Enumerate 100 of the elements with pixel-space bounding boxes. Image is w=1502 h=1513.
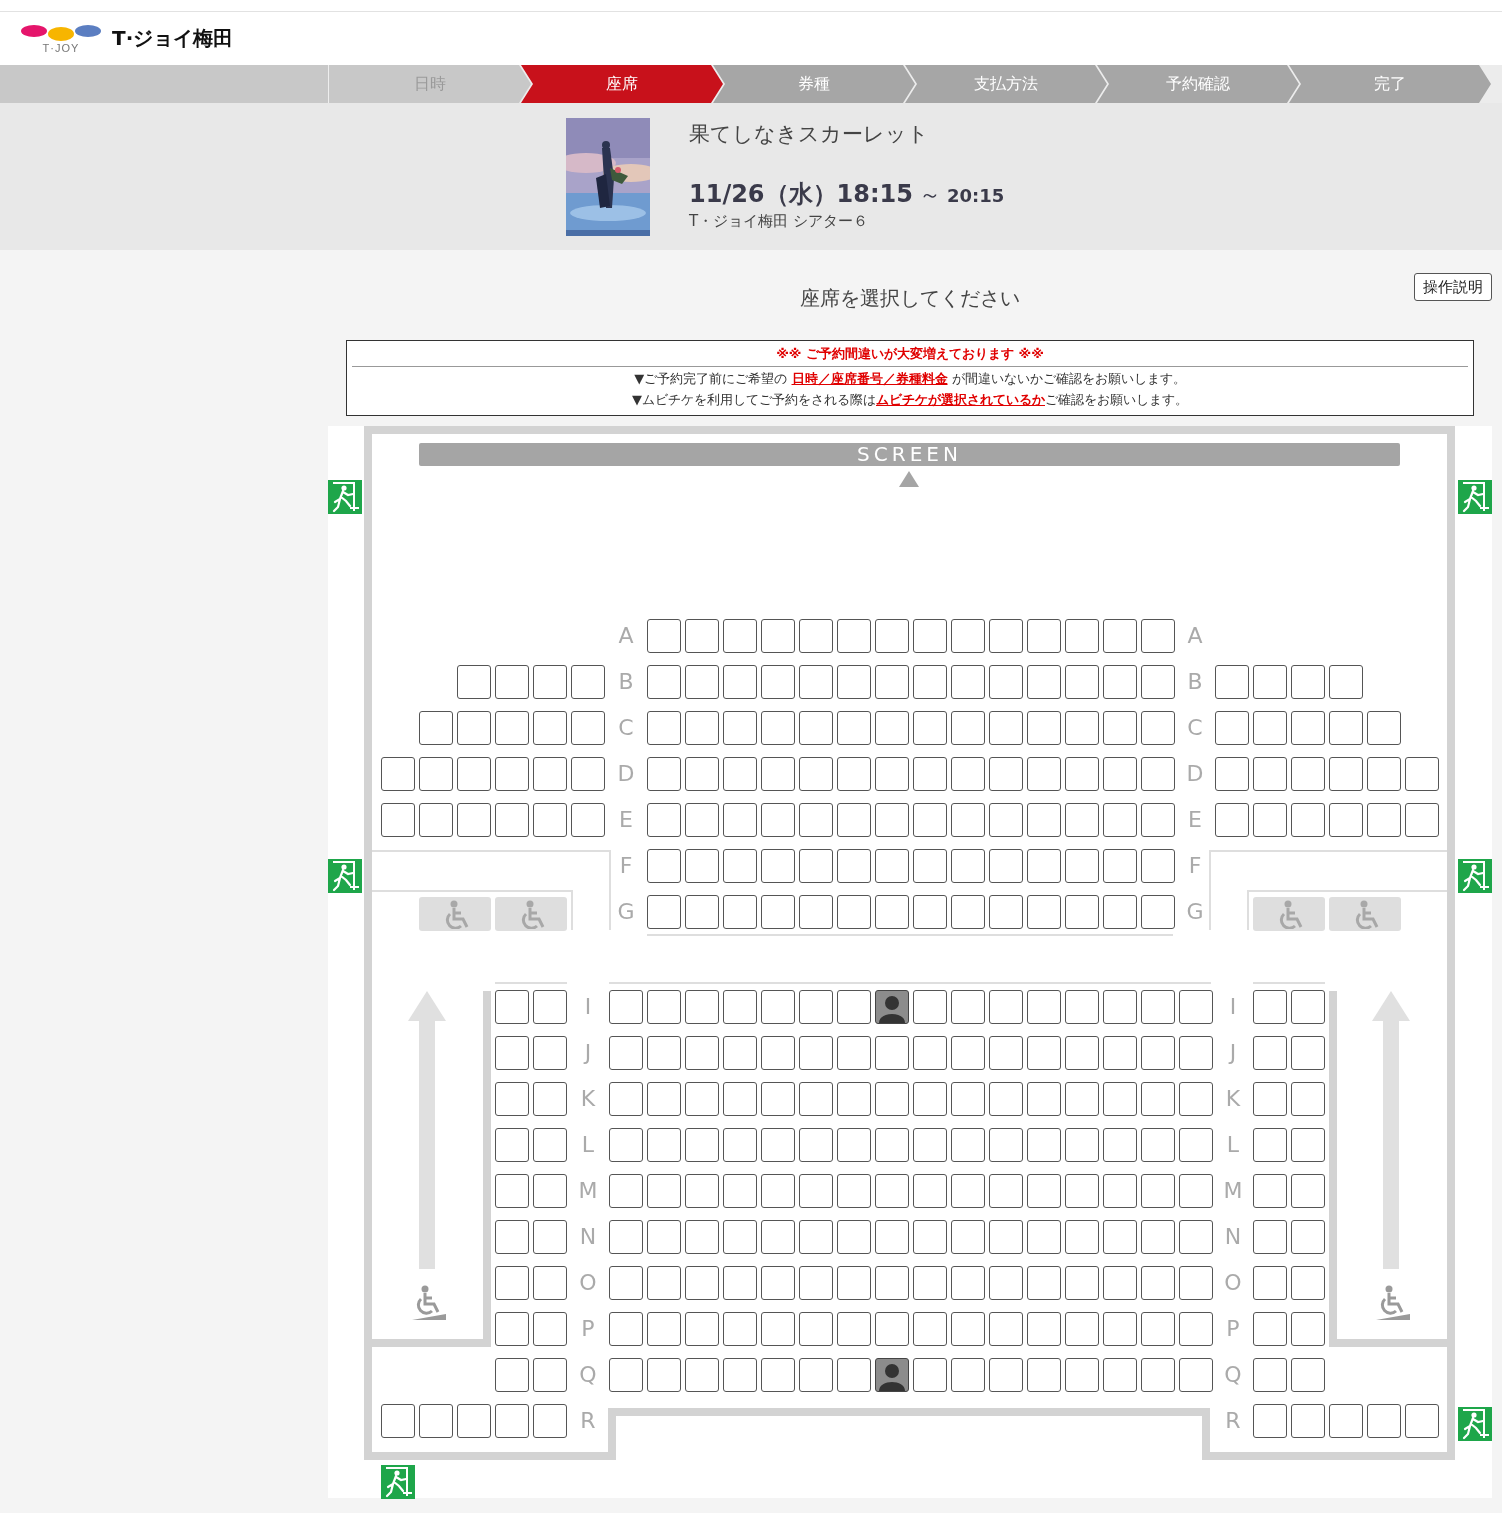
seat[interactable]: [1141, 665, 1175, 699]
seat[interactable]: [913, 1174, 947, 1208]
seat[interactable]: [799, 849, 833, 883]
seat[interactable]: [723, 1174, 757, 1208]
seat[interactable]: [1291, 1128, 1325, 1162]
seat[interactable]: [989, 711, 1023, 745]
seat[interactable]: [761, 1082, 795, 1116]
seat[interactable]: [761, 849, 795, 883]
seat[interactable]: [685, 619, 719, 653]
seat[interactable]: [875, 803, 909, 837]
seat[interactable]: [723, 849, 757, 883]
seat[interactable]: [1179, 1266, 1213, 1300]
seat[interactable]: [1103, 1312, 1137, 1346]
seat[interactable]: [837, 711, 871, 745]
seat[interactable]: [381, 757, 415, 791]
seat[interactable]: [989, 849, 1023, 883]
seat[interactable]: [1179, 1358, 1213, 1392]
seat[interactable]: [913, 1128, 947, 1162]
seat[interactable]: [913, 665, 947, 699]
seat[interactable]: [533, 711, 567, 745]
seat[interactable]: [1405, 1404, 1439, 1438]
seat[interactable]: [495, 990, 529, 1024]
seat[interactable]: [913, 1220, 947, 1254]
seat[interactable]: [495, 1358, 529, 1392]
seat[interactable]: [457, 665, 491, 699]
seat[interactable]: [1103, 849, 1137, 883]
seat[interactable]: [1141, 1174, 1175, 1208]
seat[interactable]: [913, 895, 947, 929]
seat[interactable]: [723, 1358, 757, 1392]
seat[interactable]: [1253, 757, 1287, 791]
seat[interactable]: [799, 803, 833, 837]
seat[interactable]: [761, 711, 795, 745]
seat[interactable]: [1291, 1404, 1325, 1438]
seat[interactable]: [1291, 990, 1325, 1024]
seat[interactable]: [875, 1082, 909, 1116]
seat[interactable]: [1291, 711, 1325, 745]
seat[interactable]: [1103, 619, 1137, 653]
seat[interactable]: [875, 1128, 909, 1162]
seat[interactable]: [1291, 1312, 1325, 1346]
seat[interactable]: [1141, 1036, 1175, 1070]
seat[interactable]: [609, 1128, 643, 1162]
seat[interactable]: [1141, 849, 1175, 883]
seat[interactable]: [1329, 665, 1363, 699]
seat[interactable]: [647, 1266, 681, 1300]
seat[interactable]: [1065, 1220, 1099, 1254]
seat[interactable]: [1027, 1220, 1061, 1254]
seat[interactable]: [1179, 1082, 1213, 1116]
seat[interactable]: [685, 711, 719, 745]
seat[interactable]: [647, 1312, 681, 1346]
seat[interactable]: [533, 803, 567, 837]
seat[interactable]: [1027, 1174, 1061, 1208]
seat[interactable]: [1065, 619, 1099, 653]
seat[interactable]: [1027, 1266, 1061, 1300]
seat[interactable]: [533, 990, 567, 1024]
seat[interactable]: [1291, 665, 1325, 699]
seat[interactable]: [1405, 803, 1439, 837]
seat[interactable]: [913, 1082, 947, 1116]
seat[interactable]: [609, 1266, 643, 1300]
seat[interactable]: [1329, 1404, 1363, 1438]
notice-link[interactable]: 日時／座席番号／券種料金: [791, 371, 948, 386]
seat[interactable]: [495, 1404, 529, 1438]
seat[interactable]: [837, 1036, 871, 1070]
seat[interactable]: [951, 1220, 985, 1254]
seat[interactable]: [837, 1358, 871, 1392]
seat[interactable]: [875, 1266, 909, 1300]
seat[interactable]: [609, 1312, 643, 1346]
seat[interactable]: [1179, 1036, 1213, 1070]
seat[interactable]: [457, 1404, 491, 1438]
seat[interactable]: [1141, 711, 1175, 745]
seat[interactable]: [685, 1174, 719, 1208]
seat[interactable]: [1253, 1266, 1287, 1300]
seat[interactable]: [1065, 895, 1099, 929]
seat[interactable]: [837, 990, 871, 1024]
step-tab[interactable]: 予約確認: [1097, 65, 1299, 103]
seat[interactable]: [1141, 895, 1175, 929]
seat[interactable]: [495, 1128, 529, 1162]
seat[interactable]: [723, 1128, 757, 1162]
seat[interactable]: [1253, 1312, 1287, 1346]
seat[interactable]: [1065, 1174, 1099, 1208]
seat[interactable]: [799, 1266, 833, 1300]
seat[interactable]: [1027, 619, 1061, 653]
seat[interactable]: [571, 711, 605, 745]
seat[interactable]: [875, 1174, 909, 1208]
seat[interactable]: [1103, 1220, 1137, 1254]
seat[interactable]: [723, 665, 757, 699]
seat[interactable]: [837, 1174, 871, 1208]
seat[interactable]: [1253, 711, 1287, 745]
seat[interactable]: [1103, 757, 1137, 791]
seat[interactable]: [1253, 1036, 1287, 1070]
seat[interactable]: [723, 1036, 757, 1070]
seat[interactable]: [685, 990, 719, 1024]
seat[interactable]: [951, 895, 985, 929]
seat[interactable]: [723, 711, 757, 745]
seat[interactable]: [533, 1082, 567, 1116]
seat[interactable]: [837, 1128, 871, 1162]
seat[interactable]: [951, 1082, 985, 1116]
seat[interactable]: [419, 757, 453, 791]
seat[interactable]: [571, 757, 605, 791]
seat[interactable]: [533, 1266, 567, 1300]
seat[interactable]: [1215, 803, 1249, 837]
